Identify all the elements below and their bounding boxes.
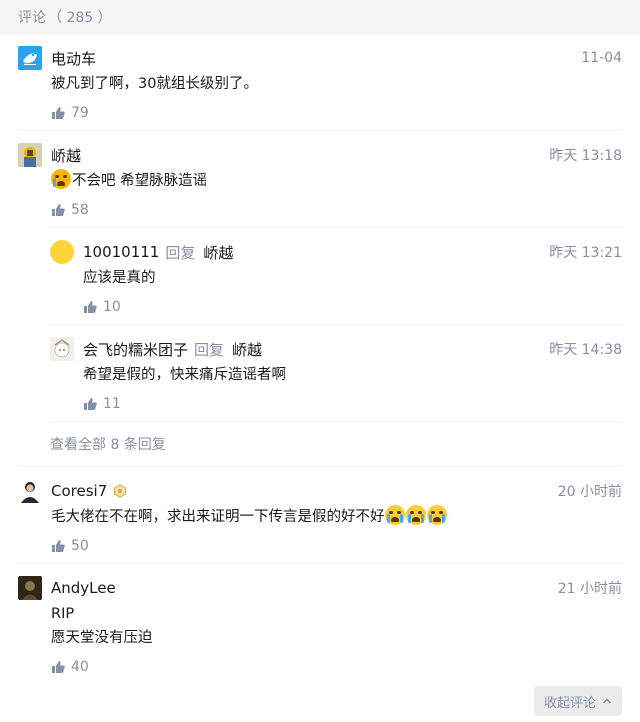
- comment-item: 电动车 11-04 被凡到了啊，30就组长级别了。 79: [18, 34, 622, 131]
- reply-time: 昨天 13:21: [549, 245, 622, 261]
- like-button[interactable]: 40: [18, 650, 622, 684]
- reply-content: 应该是真的: [83, 270, 156, 286]
- reply-item: 会飞的糯米团子 回复 峤越 昨天 14:38 希望是假的，快来痛斥造谣者啊 11: [50, 325, 622, 422]
- comment-item: AndyLee 21 小时前 RIP 愿天堂没有压迫 40: [18, 564, 622, 684]
- comment-author[interactable]: 电动车: [51, 48, 96, 69]
- like-count: 58: [71, 202, 89, 218]
- like-count: 11: [103, 396, 121, 412]
- avatar[interactable]: [18, 479, 42, 503]
- comment-content-line: 愿天堂没有压迫: [51, 630, 153, 646]
- comment-content: 不会吧 希望脉脉造谣: [18, 169, 622, 193]
- thumbs-up-icon: [84, 398, 97, 410]
- comment-time: 20 小时前: [557, 484, 622, 500]
- avatar[interactable]: [50, 337, 74, 361]
- thumbs-up-icon: [52, 661, 65, 673]
- comment-item: Coresi7 20 小时前 毛大佬在不在啊，求出来证明一下传言是假的好不好 5…: [18, 467, 622, 564]
- reply-target[interactable]: 峤越: [203, 242, 233, 263]
- crying-emoji-icon: [426, 505, 447, 525]
- reply-author[interactable]: 10010111: [83, 243, 159, 261]
- comment-time: 昨天 13:18: [549, 148, 622, 164]
- avatar[interactable]: [18, 46, 42, 70]
- like-button[interactable]: 10: [50, 290, 622, 324]
- comment-list: 电动车 11-04 被凡到了啊，30就组长级别了。 79 峤越 昨天 13:18…: [0, 34, 640, 684]
- comments-count: （ 285 ）: [48, 9, 112, 26]
- badge-icon: [114, 484, 127, 498]
- like-count: 50: [71, 538, 89, 554]
- chevron-up-icon: [602, 698, 612, 704]
- reply-label: 回复: [165, 243, 196, 262]
- comment-author[interactable]: AndyLee: [51, 579, 116, 597]
- comment-text: 不会吧 希望脉脉造谣: [72, 173, 208, 189]
- comment-time: 11-04: [581, 50, 622, 66]
- comment-item: 峤越 昨天 13:18 不会吧 希望脉脉造谣 58 10010111 回复 峤越…: [18, 131, 622, 467]
- reply-target[interactable]: 峤越: [232, 339, 262, 360]
- reply-item: 10010111 回复 峤越 昨天 13:21 应该是真的 10: [50, 228, 622, 325]
- collapse-comments-button[interactable]: 收起评论: [533, 686, 622, 716]
- like-button[interactable]: 58: [18, 193, 622, 227]
- like-count: 40: [71, 659, 89, 675]
- crying-emoji-icon: [384, 505, 405, 525]
- like-count: 79: [71, 105, 89, 121]
- like-button[interactable]: 11: [50, 387, 622, 421]
- thumbs-up-icon: [52, 540, 65, 552]
- comment-author[interactable]: Coresi7: [51, 482, 107, 500]
- comment-content: 毛大佬在不在啊，求出来证明一下传言是假的好不好: [18, 505, 622, 529]
- like-button[interactable]: 50: [18, 529, 622, 563]
- comment-author[interactable]: 峤越: [51, 145, 81, 166]
- comments-title: 评论: [18, 9, 46, 26]
- comment-time: 21 小时前: [557, 581, 622, 597]
- crying-emoji-icon: [405, 505, 426, 525]
- avatar[interactable]: [18, 576, 42, 600]
- thumbs-up-icon: [52, 204, 65, 216]
- like-button[interactable]: 79: [18, 96, 622, 130]
- collapse-label: 收起评论: [543, 695, 596, 711]
- reply-label: 回复: [194, 340, 225, 359]
- like-count: 10: [103, 299, 121, 315]
- reply-list: 10010111 回复 峤越 昨天 13:21 应该是真的 10 会飞的糯米团子: [50, 227, 622, 466]
- reply-content: 希望是假的，快来痛斥造谣者啊: [83, 367, 286, 383]
- avatar[interactable]: [18, 143, 42, 167]
- thumbs-up-icon: [52, 107, 65, 119]
- view-all-replies-link[interactable]: 查看全部 8 条回复: [50, 422, 622, 466]
- reply-author[interactable]: 会飞的糯米团子: [83, 339, 188, 360]
- thumbs-up-icon: [84, 301, 97, 313]
- comment-text: 毛大佬在不在啊，求出来证明一下传言是假的好不好: [51, 509, 385, 525]
- avatar[interactable]: [50, 240, 74, 264]
- comments-header: 评论 （ 285 ）: [0, 0, 640, 34]
- reply-time: 昨天 14:38: [549, 342, 622, 358]
- comment-content-line: RIP: [51, 606, 75, 622]
- comment-content: 被凡到了啊，30就组长级别了。: [51, 76, 258, 92]
- crying-emoji-icon: [51, 169, 71, 189]
